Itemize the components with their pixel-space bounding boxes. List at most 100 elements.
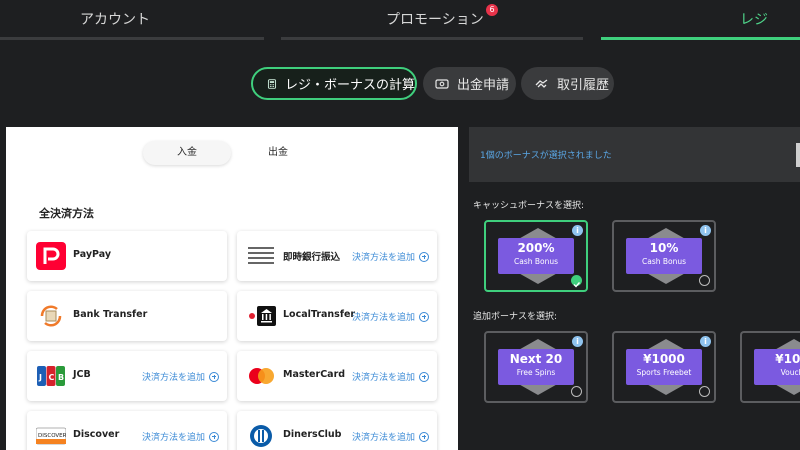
withdraw-request-label: 出金申請 — [457, 78, 510, 93]
add-payment-method-label: 決済方法を追加 — [141, 373, 205, 383]
add-payment-method-label: 決済方法を追加 — [351, 373, 415, 383]
withdraw-tab[interactable]: 出金 — [234, 141, 322, 165]
tab-promotion-label: プロモーション — [386, 12, 484, 28]
calculator-icon — [267, 78, 277, 89]
info-icon[interactable]: i — [700, 336, 711, 347]
payment-method-name: 即時銀行振込 — [283, 252, 341, 263]
add-payment-method-link[interactable]: 決済方法を追加 — [352, 370, 429, 383]
bank-transfer-icon — [36, 302, 66, 330]
add-payment-method-link[interactable]: 決済方法を追加 — [142, 430, 219, 443]
svg-text:C: C — [49, 373, 55, 382]
deposit-tab[interactable]: 入金 — [143, 141, 231, 165]
payment-method-jcb[interactable]: JCB JCB 決済方法を追加 — [27, 351, 227, 401]
top-nav: アカウント プロモーション 6 レジ — [0, 0, 800, 40]
cash-bonus-card-200[interactable]: 200% Cash Bonus i — [484, 220, 588, 292]
payment-method-name: MasterCard — [283, 369, 346, 380]
add-payment-method-link[interactable]: 決済方法を追加 — [352, 250, 429, 263]
transaction-history-button[interactable]: 取引履歴 — [521, 67, 614, 100]
payment-method-name: Discover — [73, 429, 120, 440]
plus-circle-icon — [419, 311, 429, 322]
extra-bonus-label: 追加ボーナスを選択: — [473, 312, 558, 322]
local-transfer-logo-icon — [246, 302, 276, 330]
svg-text:B: B — [58, 373, 64, 382]
add-payment-method-label: 決済方法を追加 — [141, 433, 205, 443]
bonus-plate: ¥1000 Sports Freebet — [626, 349, 702, 385]
tab-account-underline — [0, 37, 264, 40]
withdraw-request-button[interactable]: 出金申請 — [423, 67, 516, 100]
payment-method-name: Bank Transfer — [73, 309, 148, 320]
plus-circle-icon — [209, 371, 219, 382]
cash-icon — [435, 78, 449, 89]
svg-text:J: J — [38, 373, 42, 382]
bonus-type: Vouch — [780, 368, 800, 377]
extra-bonus-card-sports-freebet[interactable]: ¥1000 Sports Freebet i — [612, 331, 716, 403]
payment-method-paypay[interactable]: PayPay — [27, 231, 227, 281]
tab-account-label: アカウント — [80, 12, 150, 28]
tab-cashier-underline — [601, 37, 800, 40]
bonus-plate: Next 20 Free Spins — [498, 349, 574, 385]
plus-circle-icon — [419, 251, 429, 262]
bonus-type: Cash Bonus — [513, 257, 559, 266]
bank-stripes-icon — [246, 242, 276, 270]
payment-method-name: LocalTransfer — [283, 309, 356, 320]
add-payment-method-link[interactable]: 決済方法を追加 — [352, 310, 429, 323]
add-payment-method-link[interactable]: 決済方法を追加 — [142, 370, 219, 383]
radio-unselected-icon[interactable] — [699, 275, 710, 286]
tab-cashier-label: レジ — [740, 12, 768, 28]
info-icon[interactable]: i — [572, 336, 583, 347]
payment-methods-panel: 入金 出金 全決済方法 PayPay 即時銀行振込 決済方法を追加 Bank T… — [6, 127, 458, 450]
info-icon[interactable]: i — [572, 225, 583, 236]
selected-bonus-count-text: 1個のボーナスが選択されました — [480, 151, 612, 161]
add-payment-method-label: 決済方法を追加 — [351, 253, 415, 263]
selected-bar-edge — [796, 143, 800, 167]
tab-promotion[interactable]: プロモーション 6 — [281, 0, 583, 40]
cashier-bonus-calc-button[interactable]: レジ・ボーナスの計算 — [251, 67, 417, 100]
bonus-amount: 200% — [517, 241, 555, 255]
radio-unselected-icon[interactable] — [571, 386, 582, 397]
selected-bonus-bar[interactable]: 1個のボーナスが選択されました — [469, 127, 800, 182]
payment-method-name: JCB — [73, 369, 91, 380]
cash-bonus-card-10[interactable]: 10% Cash Bonus i — [612, 220, 716, 292]
bonus-type: Cash Bonus — [641, 257, 687, 266]
transaction-history-label: 取引履歴 — [557, 78, 610, 93]
info-icon[interactable]: i — [700, 225, 711, 236]
extra-bonus-card-voucher[interactable]: ¥100 Vouch — [740, 331, 800, 403]
promotion-count-badge: 6 — [486, 4, 498, 16]
bonus-type: Free Spins — [516, 368, 556, 377]
payment-method-dinersclub[interactable]: DinersClub 決済方法を追加 — [237, 411, 437, 450]
plus-circle-icon — [419, 431, 429, 442]
mastercard-logo-icon — [246, 362, 276, 390]
radio-unselected-icon[interactable] — [699, 386, 710, 397]
cashier-bonus-calc-label: レジ・ボーナスの計算 — [284, 78, 415, 93]
add-payment-method-link[interactable]: 決済方法を追加 — [352, 430, 429, 443]
add-payment-method-label: 決済方法を追加 — [351, 433, 415, 443]
payment-method-discover[interactable]: DISCOVER Discover 決済方法を追加 — [27, 411, 227, 450]
checkmark-icon — [571, 275, 582, 288]
bonus-amount: 10% — [649, 241, 679, 255]
payment-method-bank-transfer[interactable]: Bank Transfer — [27, 291, 227, 341]
jcb-logo-icon: JCB — [36, 362, 66, 390]
bonus-amount: ¥100 — [775, 352, 800, 366]
payment-method-instant-bank[interactable]: 即時銀行振込 決済方法を追加 — [237, 231, 437, 281]
tab-promotion-underline — [281, 37, 583, 40]
paypay-logo-icon — [36, 242, 66, 270]
plus-circle-icon — [419, 371, 429, 382]
payment-method-mastercard[interactable]: MasterCard 決済方法を追加 — [237, 351, 437, 401]
bonus-plate: 10% Cash Bonus — [626, 238, 702, 274]
cash-bonus-label: キャッシュボーナスを選択: — [473, 201, 585, 211]
payment-method-name: DinersClub — [283, 429, 342, 440]
svg-text:DISCOVER: DISCOVER — [38, 433, 66, 439]
discover-logo-icon: DISCOVER — [35, 422, 67, 450]
bonus-plate: 200% Cash Bonus — [498, 238, 574, 274]
bonus-amount: Next 20 — [509, 352, 563, 366]
add-payment-method-label: 決済方法を追加 — [351, 313, 415, 323]
tab-account[interactable]: アカウント — [0, 0, 264, 40]
bonus-amount: ¥1000 — [643, 352, 685, 366]
handshake-icon — [535, 78, 548, 88]
all-payment-methods-title: 全決済方法 — [39, 207, 94, 220]
payment-method-local-transfer[interactable]: LocalTransfer 決済方法を追加 — [237, 291, 437, 341]
bonus-plate: ¥100 Vouch — [754, 349, 800, 385]
payment-method-name: PayPay — [73, 249, 112, 260]
tab-cashier[interactable]: レジ — [601, 0, 800, 40]
extra-bonus-card-free-spins[interactable]: Next 20 Free Spins i — [484, 331, 588, 403]
